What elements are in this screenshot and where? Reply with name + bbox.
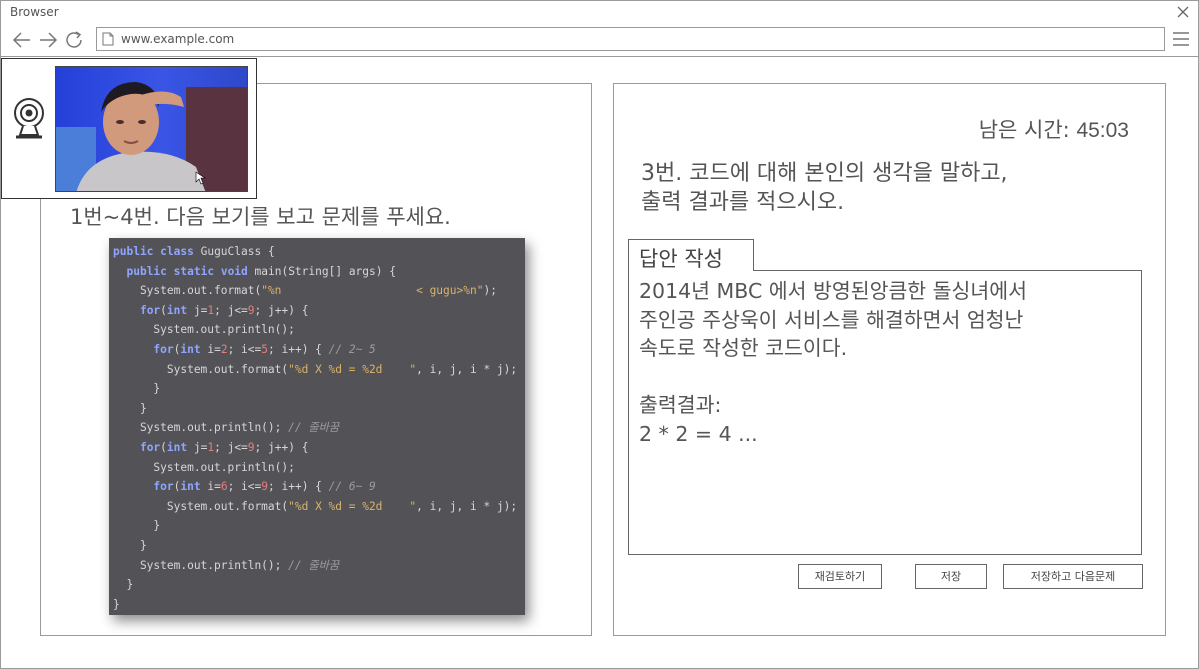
code-line: System.out.println(); [113,323,295,337]
code-line: for(int j=1; j<=9; j++) { [139,303,309,317]
question-line-1: 3번. 코드에 대해 본인의 생각을 말하고, [641,161,1008,186]
webcam-video [55,66,248,192]
save-next-button[interactable]: 저장하고 다음문제 [1003,564,1143,589]
reload-icon[interactable] [63,29,85,51]
code-line: for(int i=6; i<=9; i++) { // 6~ 9 [153,480,376,494]
code-line: System.out.format("%d X %d = %2d ", i, j… [113,362,518,376]
page-icon [102,32,114,46]
window-title: Browser [10,5,59,19]
code-line: for(int j=1; j<=9; j++) { [139,440,309,454]
code-line: } [113,578,134,592]
code-line: public static void main(String[] args) { [126,264,396,278]
question-line-2: 출력 결과를 적으시오. [641,190,845,215]
title-bar: Browser [1,1,1198,25]
webcam-icon [14,98,44,139]
code-line: System.out.println(); // 줄바꿈 [113,421,340,435]
webcam-video-frame [56,67,247,191]
timer-value: 45:03 [1076,119,1129,142]
navigation-bar: www.example.com [1,25,1198,57]
code-line: } [113,538,147,552]
code-line: System.out.format("%n < gugu>%n"); [113,284,497,298]
answer-tab: 답안 작성 [628,239,754,271]
code-line: public class GuguClass { [113,245,275,258]
code-line: System.out.println(); // 줄바꿈 [113,558,340,572]
question-group-title: 1번~4번. 다음 보기를 보고 문제를 푸세요. [70,205,451,229]
code-line: System.out.format("%d X %d = %2d ", i, j… [113,499,518,513]
code-line: } [113,597,120,611]
hamburger-menu-icon[interactable] [1172,30,1190,48]
answer-textarea[interactable]: 2014년 MBC 에서 방영된앙큼한 돌싱녀에서 주인공 주상욱이 서비스를 … [628,270,1142,555]
remaining-time: 남은 시간: 45:03 [979,114,1129,144]
save-button[interactable]: 저장 [915,564,987,589]
review-button[interactable]: 재검토하기 [798,564,882,589]
close-icon[interactable] [1176,5,1190,19]
arrow-left-icon[interactable] [11,29,33,51]
timer-label: 남은 시간: [978,118,1070,142]
browser-window: Browser www.example.com 1번~4번. 다음 보기를 보고… [0,0,1199,669]
arrow-right-icon[interactable] [37,29,59,51]
url-text: www.example.com [121,32,235,46]
code-line: } [113,382,161,396]
question-text: 3번. 코드에 대해 본인의 생각을 말하고, 출력 결과를 적으시오. [641,159,1008,217]
code-image: public class GuguClass { public static v… [109,238,525,615]
code-line: System.out.println(); [113,460,295,474]
code-line: } [113,401,147,415]
code-line: } [113,519,161,533]
webcam-overlay [1,58,257,199]
answer-panel: 남은 시간: 45:03 3번. 코드에 대해 본인의 생각을 말하고, 출력 … [613,83,1166,636]
code-line: for(int i=2; i<=5; i++) { // 2~ 5 [153,342,376,356]
address-bar[interactable]: www.example.com [96,27,1165,51]
